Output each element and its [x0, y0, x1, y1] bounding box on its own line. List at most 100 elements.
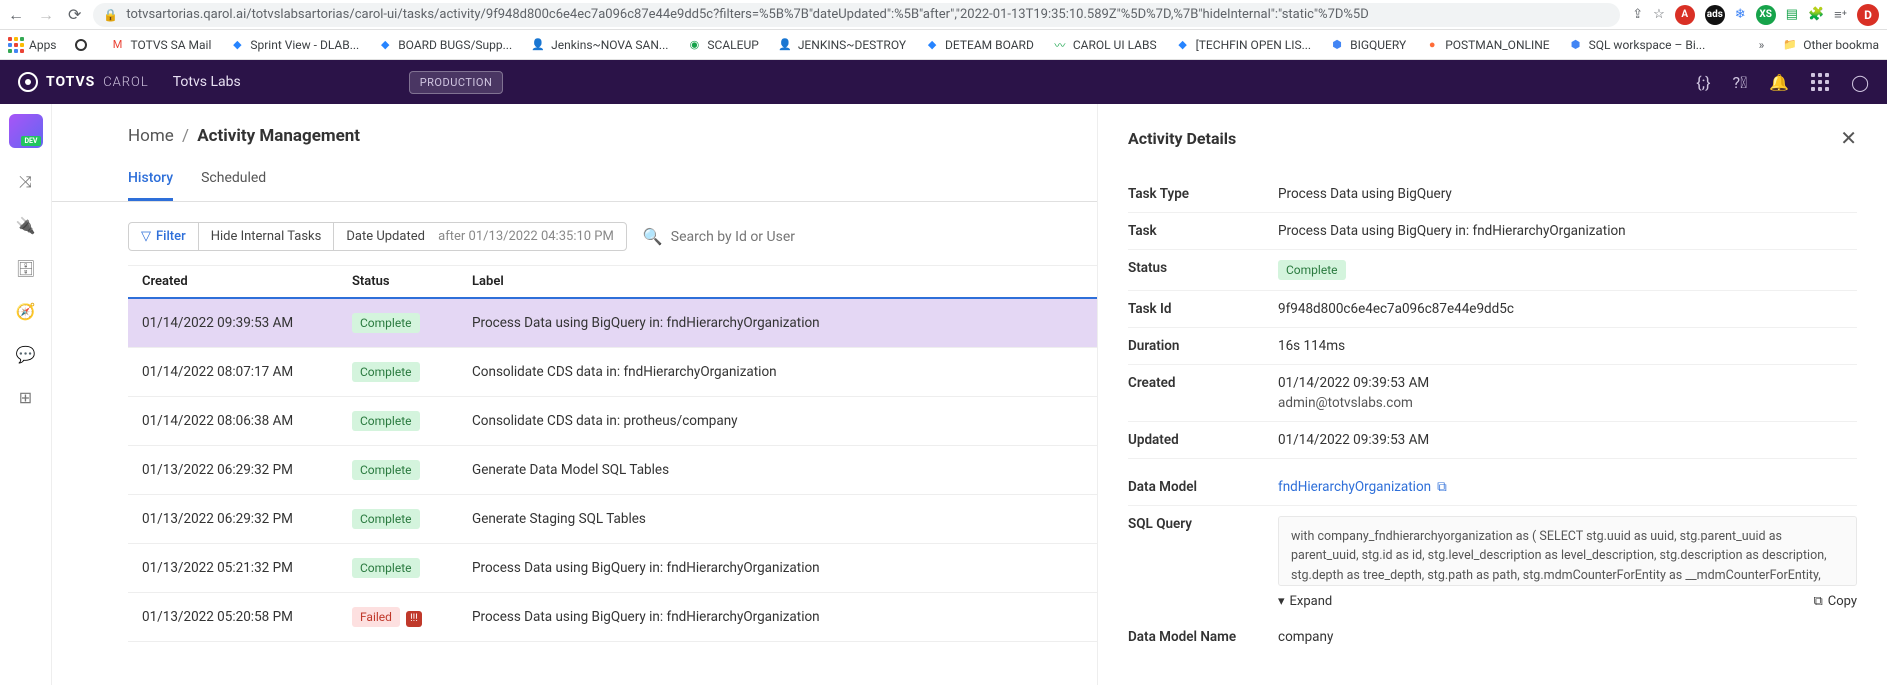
table-row[interactable]: 01/13/2022 06:29:32 PMComplete Generate D… — [128, 446, 1097, 495]
table-row[interactable]: 01/14/2022 08:06:38 AMCompleteConsolidat… — [128, 397, 1097, 446]
ext-snowflake-icon[interactable]: ❄ — [1735, 7, 1746, 22]
table-row[interactable]: 01/13/2022 06:29:32 PMCompleteGenerate S… — [128, 495, 1097, 544]
cell-created: 01/13/2022 05:21:32 PM — [142, 560, 352, 576]
cell-label: Process Data using BigQuery in: fndHiera… — [472, 560, 1083, 576]
bookmark-item[interactable] — [75, 39, 92, 51]
lock-icon: 🔒 — [103, 8, 118, 22]
ext-abp-icon[interactable]: A — [1675, 5, 1695, 25]
dl-status: Status — [1128, 260, 1278, 276]
sql-icon: ⬢ — [1568, 37, 1584, 53]
breadcrumb-sep: / — [182, 126, 189, 146]
cell-label: Consolidate CDS data in: fndHierarchyOrg… — [472, 364, 1083, 380]
plug-icon[interactable]: 🔌 — [16, 216, 36, 235]
nav-arrows: ← → ⟳ — [8, 5, 81, 25]
bookmark-item[interactable]: ◆[TECHFIN OPEN LIS... — [1175, 37, 1312, 53]
cell-label: Process Data using BigQuery in: fndHiera… — [472, 315, 1083, 331]
star-icon[interactable]: ☆ — [1653, 7, 1665, 22]
share-icon[interactable]: ⇪ — [1632, 7, 1643, 22]
th-created[interactable]: Created — [142, 274, 352, 289]
status-badge: Complete — [352, 362, 420, 382]
tab-history[interactable]: History — [128, 170, 173, 201]
cell-created: 01/13/2022 05:20:58 PM — [142, 609, 352, 625]
copy-icon: ⧉ — [1813, 594, 1822, 609]
th-label[interactable]: Label — [472, 274, 1083, 289]
code-icon[interactable]: {;} — [1696, 73, 1710, 92]
status-badge: Complete — [352, 313, 420, 333]
url-bar[interactable]: 🔒 totvsartorias.qarol.ai/totvslabsartori… — [93, 3, 1620, 27]
search-input[interactable] — [671, 229, 1077, 245]
status-badge: Complete — [352, 460, 420, 480]
bookmark-item[interactable]: 👤JENKINS~DESTROY — [777, 37, 906, 53]
dv-status: Complete — [1278, 260, 1346, 280]
help-icon[interactable]: ?⃝ — [1733, 73, 1748, 92]
cell-created: 01/13/2022 06:29:32 PM — [142, 462, 352, 478]
url-text: totvsartorias.qarol.ai/totvslabsartorias… — [126, 7, 1368, 22]
jenkins-icon: 👤 — [777, 37, 793, 53]
data-model-link[interactable]: fndHierarchyOrganization⧉ — [1278, 479, 1447, 495]
table-row[interactable]: 01/14/2022 08:07:17 AMCompleteConsolidat… — [128, 348, 1097, 397]
grid-icon[interactable]: ⊞ — [16, 388, 36, 407]
jira-icon: ◆ — [229, 37, 245, 53]
table-row[interactable]: 01/13/2022 05:21:32 PMCompleteProcess Da… — [128, 544, 1097, 593]
table-header: Created Status Label — [128, 265, 1097, 299]
bookmark-favicon — [75, 39, 87, 51]
bookmark-item[interactable]: ◆BOARD BUGS/Supp... — [377, 37, 512, 53]
cell-label: Consolidate CDS data in: protheus/compan… — [472, 413, 1083, 429]
forward-icon[interactable]: → — [38, 5, 54, 25]
table-row[interactable]: 01/13/2022 05:20:58 PMFailed!!!Process D… — [128, 593, 1097, 642]
other-bookmarks[interactable]: 📁Other bookma — [1782, 37, 1879, 53]
shuffle-icon[interactable]: ⤨ — [16, 172, 36, 192]
expand-button[interactable]: ▾Expand — [1278, 594, 1332, 609]
cell-label: Generate Data Model SQL Tables — [472, 462, 1083, 478]
explore-icon[interactable]: 🧭 — [16, 302, 36, 321]
chip-text: Hide Internal Tasks — [211, 229, 322, 244]
chip-key: Date Updated — [346, 229, 425, 244]
bookmark-item[interactable]: ⬢BIGQUERY — [1329, 37, 1406, 53]
filter-label: Filter — [156, 229, 186, 244]
chat-icon[interactable]: 💬 — [16, 345, 36, 364]
hide-internal-chip[interactable]: Hide Internal Tasks — [199, 223, 335, 250]
th-status[interactable]: Status — [352, 274, 472, 289]
dl-duration: Duration — [1128, 338, 1278, 354]
table-row[interactable]: 01/14/2022 09:39:53 AMCompleteProcess Da… — [128, 299, 1097, 348]
close-icon[interactable]: ✕ — [1840, 126, 1857, 150]
apps-menu-icon[interactable] — [1811, 73, 1829, 91]
date-updated-chip[interactable]: Date Updated after 01/13/2022 04:35:10 P… — [334, 223, 626, 250]
database-icon[interactable]: 🗄 — [16, 259, 36, 278]
bookmark-item[interactable]: ⬢SQL workspace – Bi... — [1568, 37, 1706, 53]
ext-sheets-icon[interactable]: ▤ — [1786, 7, 1798, 22]
ext-ads-icon[interactable]: ads — [1705, 5, 1725, 25]
apps-button[interactable]: Apps — [8, 37, 57, 53]
tab-scheduled[interactable]: Scheduled — [201, 170, 266, 201]
browser-toolbar: ← → ⟳ 🔒 totvsartorias.qarol.ai/totvslabs… — [0, 0, 1887, 30]
brand[interactable]: TOTVS CAROL — [18, 72, 149, 92]
profile-avatar[interactable]: D — [1857, 4, 1879, 26]
cell-status: Complete — [352, 313, 472, 333]
bookmark-item[interactable]: ◆DETEAM BOARD — [924, 37, 1034, 53]
lab-name[interactable]: Totvs Labs — [173, 74, 241, 90]
bookmark-item[interactable]: MTOTVS SA Mail — [110, 37, 212, 53]
browser-actions: ⇪ ☆ A ads ❄ XS ▤ 🧩 ≡⁺ D — [1632, 4, 1879, 26]
bookmark-item[interactable]: ◆Sprint View - DLAB... — [229, 37, 359, 53]
cell-label: Process Data using BigQuery in: fndHiera… — [472, 609, 1083, 625]
bell-icon[interactable]: 🔔 — [1769, 73, 1789, 92]
user-icon[interactable]: ◯ — [1851, 73, 1869, 92]
reading-list-icon[interactable]: ≡⁺ — [1834, 7, 1847, 23]
rail-app-logo[interactable]: DEV — [9, 114, 43, 148]
cell-label: Generate Staging SQL Tables — [472, 511, 1083, 527]
ext-xs-icon[interactable]: XS — [1756, 5, 1776, 25]
bookmark-item[interactable]: 〰CAROL UI LABS — [1052, 37, 1157, 53]
dv-datamodel: fndHierarchyOrganization — [1278, 479, 1431, 495]
bookmark-item[interactable]: ◉SCALEUP — [686, 37, 758, 53]
back-icon[interactable]: ← — [8, 5, 24, 25]
bookmark-item[interactable]: ●POSTMAN_ONLINE — [1424, 37, 1549, 53]
bookmark-item[interactable]: 👤Jenkins~NOVA SAN... — [530, 37, 668, 53]
extensions-icon[interactable]: 🧩 — [1808, 7, 1824, 22]
breadcrumb-home[interactable]: Home — [128, 126, 174, 146]
copy-button[interactable]: ⧉Copy — [1813, 594, 1857, 609]
tabs: History Scheduled — [52, 150, 1097, 202]
filter-button[interactable]: ▽ Filter — [129, 223, 199, 250]
bm-label: POSTMAN_ONLINE — [1445, 38, 1549, 52]
bookmarks-overflow-icon[interactable]: » — [1759, 38, 1765, 52]
reload-icon[interactable]: ⟳ — [68, 5, 81, 25]
